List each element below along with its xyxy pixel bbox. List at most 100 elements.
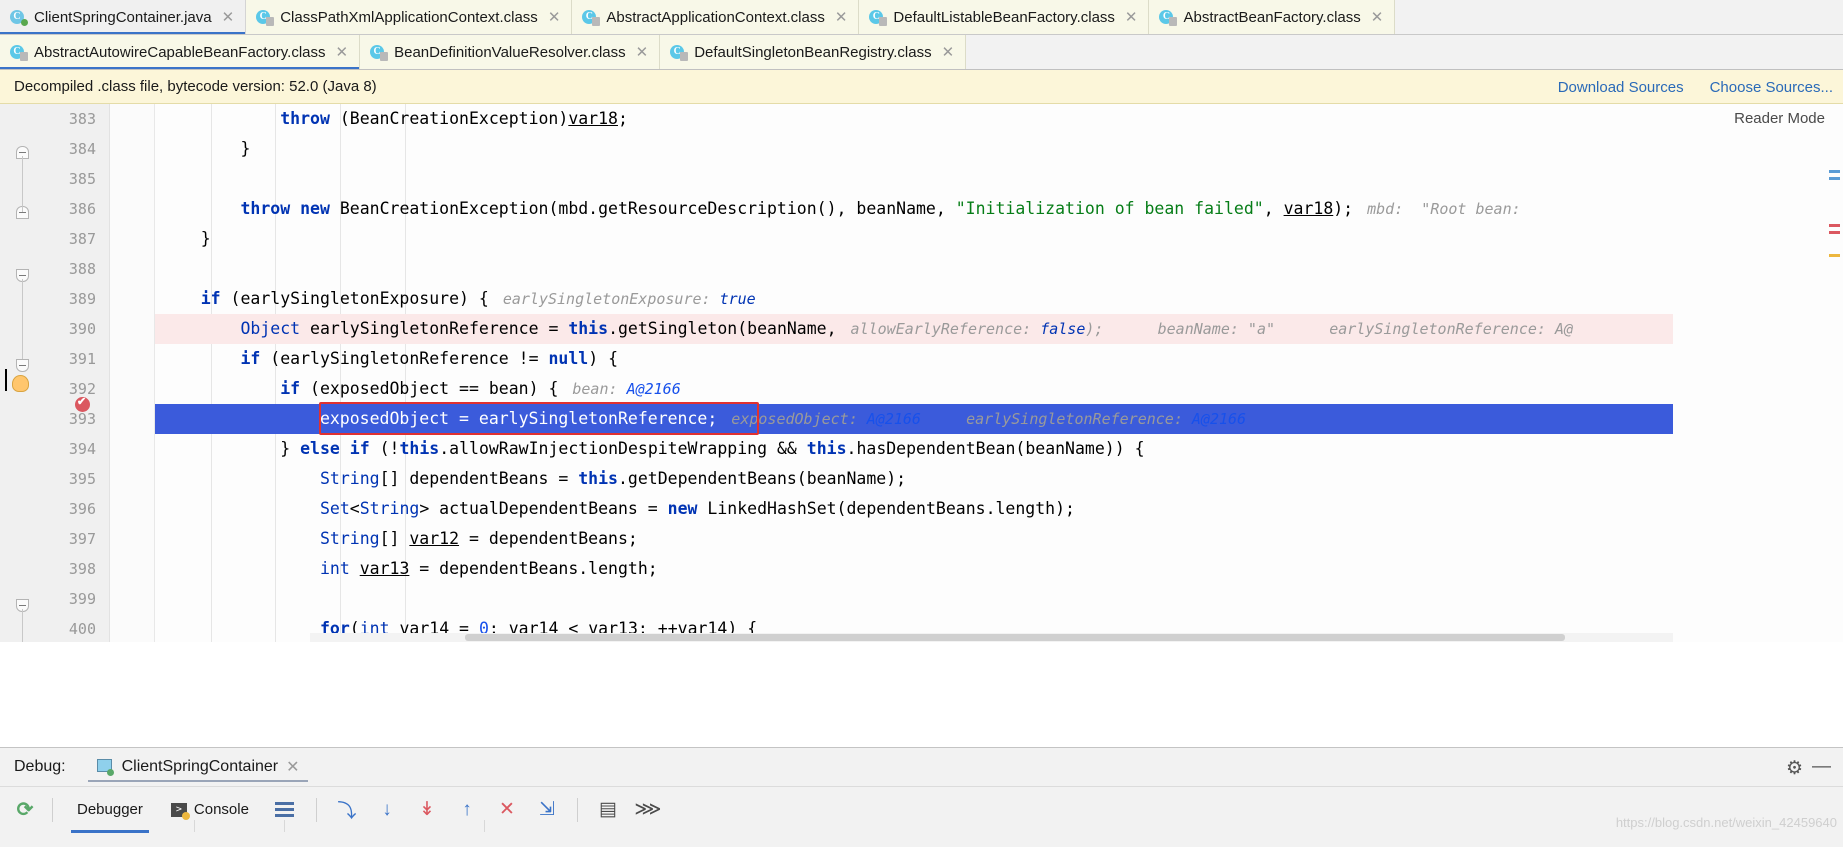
code-line[interactable] bbox=[155, 254, 1843, 284]
error-stripe-marker[interactable] bbox=[1829, 254, 1840, 257]
editor-tab-label: ClassPathXmlApplicationContext.class bbox=[280, 9, 538, 26]
editor-right-margin: Reader Mode bbox=[1673, 104, 1843, 642]
minimize-icon[interactable]: — bbox=[1812, 756, 1831, 778]
editor-tab-close-icon[interactable]: ✕ bbox=[835, 10, 848, 25]
editor-tab-client-spring-container[interactable]: C ClientSpringContainer.java ✕ bbox=[0, 0, 247, 34]
run-configuration-icon bbox=[96, 759, 114, 776]
code-line[interactable]: } bbox=[155, 224, 1843, 254]
error-stripe-marker[interactable] bbox=[1829, 177, 1840, 180]
inline-debug-hint: exposedObject: A@2166 earlySingletonRefe… bbox=[731, 409, 1247, 428]
line-number: 394 bbox=[68, 440, 96, 458]
code-line-text: if (exposedObject == bean) { bbox=[280, 379, 559, 398]
editor-tab-abstractbeanfactory[interactable]: C AbstractBeanFactory.class ✕ bbox=[1149, 0, 1396, 34]
editor-tab-label: AbstractBeanFactory.class bbox=[1183, 9, 1361, 26]
decompiled-notification-bar: Decompiled .class file, bytecode version… bbox=[0, 70, 1843, 104]
code-line[interactable] bbox=[155, 584, 1843, 614]
line-number: 399 bbox=[68, 590, 96, 608]
line-number: 389 bbox=[68, 290, 96, 308]
code-editor[interactable]: 383 384 385 386 387 388 389 390 391 392 393 394 395 3… bbox=[0, 104, 1843, 642]
error-stripe-marker[interactable] bbox=[1829, 224, 1840, 227]
inline-debug-hint: bean: A@2166 bbox=[572, 379, 681, 398]
editor-tab-defaultsingletonbeanregistry[interactable]: C DefaultSingletonBeanRegistry.class ✕ bbox=[660, 35, 967, 69]
fold-region-line bbox=[22, 279, 23, 359]
choose-sources-link[interactable]: Choose Sources... bbox=[1710, 79, 1833, 96]
class-file-icon: C bbox=[869, 9, 888, 26]
debugger-tab-label: Debugger bbox=[77, 801, 143, 818]
code-line-text: } bbox=[161, 139, 251, 158]
code-line[interactable]: Object earlySingletonReference = this.ge… bbox=[155, 314, 1843, 344]
code-line-text: exposedObject = earlySingletonReference; bbox=[161, 409, 718, 428]
download-sources-link[interactable]: Download Sources bbox=[1558, 79, 1684, 96]
code-line[interactable] bbox=[155, 164, 1843, 194]
code-line[interactable]: Set<String> actualDependentBeans = new L… bbox=[155, 494, 1843, 524]
code-line[interactable]: if (exposedObject == bean) { bean: A@2166 bbox=[155, 374, 1843, 404]
editor-tab-defaultlistablebeanfactory[interactable]: C DefaultListableBeanFactory.class ✕ bbox=[859, 0, 1150, 34]
editor-tab-label: ClientSpringContainer.java bbox=[34, 9, 212, 26]
line-number: 388 bbox=[68, 260, 96, 278]
editor-gutter[interactable]: 383 384 385 386 387 388 389 390 391 392 393 394 395 3… bbox=[0, 104, 110, 642]
code-line[interactable]: if (earlySingletonReference != null) { bbox=[155, 344, 1843, 374]
editor-tab-classpathxmlapplicationcontext[interactable]: C ClassPathXmlApplicationContext.class ✕ bbox=[246, 0, 573, 34]
editor-tab-label: DefaultListableBeanFactory.class bbox=[893, 9, 1115, 26]
editor-tab-beandefinitionvalueresolver[interactable]: C BeanDefinitionValueResolver.class ✕ bbox=[360, 35, 661, 69]
scrollbar-thumb[interactable] bbox=[465, 634, 1565, 641]
inline-debug-hint: earlySingletonExposure: true bbox=[502, 289, 756, 308]
debug-panel-columns bbox=[0, 820, 1843, 832]
code-line[interactable]: throw (BeanCreationException)var18; bbox=[155, 104, 1843, 134]
error-stripe-marker[interactable] bbox=[1829, 170, 1840, 173]
line-number: 398 bbox=[68, 560, 96, 578]
line-number: 395 bbox=[68, 470, 96, 488]
text-caret bbox=[5, 369, 7, 391]
editor-tab-label: AbstractAutowireCapableBeanFactory.class bbox=[34, 44, 326, 61]
code-line[interactable]: throw new BeanCreationException(mbd.getR… bbox=[155, 194, 1843, 224]
editor-tab-close-icon[interactable]: ✕ bbox=[548, 10, 561, 25]
code-line[interactable]: String[] dependentBeans = this.getDepend… bbox=[155, 464, 1843, 494]
editor-tab-label: AbstractApplicationContext.class bbox=[606, 9, 825, 26]
line-number: 397 bbox=[68, 530, 96, 548]
editor-tab-close-icon[interactable]: ✕ bbox=[222, 10, 235, 25]
layout-settings-icon[interactable] bbox=[263, 802, 306, 817]
editor-tab-close-icon[interactable]: ✕ bbox=[336, 45, 349, 60]
editor-tab-abstractapplicationcontext[interactable]: C AbstractApplicationContext.class ✕ bbox=[572, 0, 860, 34]
intention-bulb-icon[interactable] bbox=[12, 375, 29, 392]
editor-tab-close-icon[interactable]: ✕ bbox=[942, 45, 955, 60]
editor-tab-label: BeanDefinitionValueResolver.class bbox=[394, 44, 626, 61]
code-line[interactable]: } else if (!this.allowRawInjectionDespit… bbox=[155, 434, 1843, 464]
code-line[interactable]: String[] var12 = dependentBeans; bbox=[155, 524, 1843, 554]
code-text-area[interactable]: throw (BeanCreationException)var18; } th… bbox=[155, 104, 1843, 642]
code-line[interactable]: int var13 = dependentBeans.length; bbox=[155, 554, 1843, 584]
code-line[interactable]: } bbox=[155, 134, 1843, 164]
code-line[interactable]: exposedObject = earlySingletonReference;… bbox=[155, 404, 1843, 434]
editor-tab-close-icon[interactable]: ✕ bbox=[1371, 10, 1384, 25]
editor-tab-close-icon[interactable]: ✕ bbox=[636, 45, 649, 60]
reader-mode-label[interactable]: Reader Mode bbox=[1734, 110, 1825, 127]
editor-fold-column[interactable] bbox=[5, 104, 155, 642]
editor-tab-close-icon[interactable]: ✕ bbox=[1125, 10, 1138, 25]
editor-tab-label: DefaultSingletonBeanRegistry.class bbox=[694, 44, 932, 61]
editor-horizontal-scrollbar[interactable] bbox=[310, 633, 1843, 642]
class-file-icon: C bbox=[1159, 9, 1178, 26]
class-file-icon: C bbox=[10, 44, 28, 61]
line-number: 390 bbox=[68, 320, 96, 338]
debug-toolbar: ⟳ Debugger > Console ⤵ ↓ ↡ ↑ ✕ ⇲ ▤ ⋙ htt… bbox=[0, 786, 1843, 833]
debug-session-close-icon[interactable]: ✕ bbox=[286, 757, 299, 777]
line-number: 383 bbox=[68, 110, 96, 128]
debug-session-tab[interactable]: ClientSpringContainer ✕ bbox=[87, 748, 308, 786]
error-stripe-marker[interactable] bbox=[1829, 231, 1840, 234]
class-file-icon: C bbox=[670, 44, 689, 61]
java-file-icon: C bbox=[10, 9, 28, 26]
fold-region-line bbox=[22, 156, 23, 212]
debug-session-name: ClientSpringContainer bbox=[121, 758, 279, 775]
editor-tab-abstractautowirecapablebeanfactory[interactable]: C AbstractAutowireCapableBeanFactory.cla… bbox=[0, 35, 361, 69]
gear-icon[interactable]: ⚙ bbox=[1786, 757, 1803, 780]
rerun-icon[interactable]: ⟳ bbox=[8, 797, 42, 822]
debug-header: Debug: ClientSpringContainer ✕ ⚙ — bbox=[0, 748, 1843, 786]
line-number: 384 bbox=[68, 140, 96, 158]
debug-tool-window[interactable]: Debug: ClientSpringContainer ✕ ⚙ — ⟳ Deb… bbox=[0, 747, 1843, 847]
code-line[interactable]: if (earlySingletonExposure) { earlySingle… bbox=[155, 284, 1843, 314]
breakpoint-icon[interactable] bbox=[75, 395, 90, 412]
code-line-text: int var13 = dependentBeans.length; bbox=[319, 559, 658, 578]
fold-marker-icon[interactable] bbox=[16, 359, 29, 372]
code-line-text: if (earlySingletonExposure) { bbox=[200, 289, 489, 308]
line-number: 386 bbox=[68, 200, 96, 218]
